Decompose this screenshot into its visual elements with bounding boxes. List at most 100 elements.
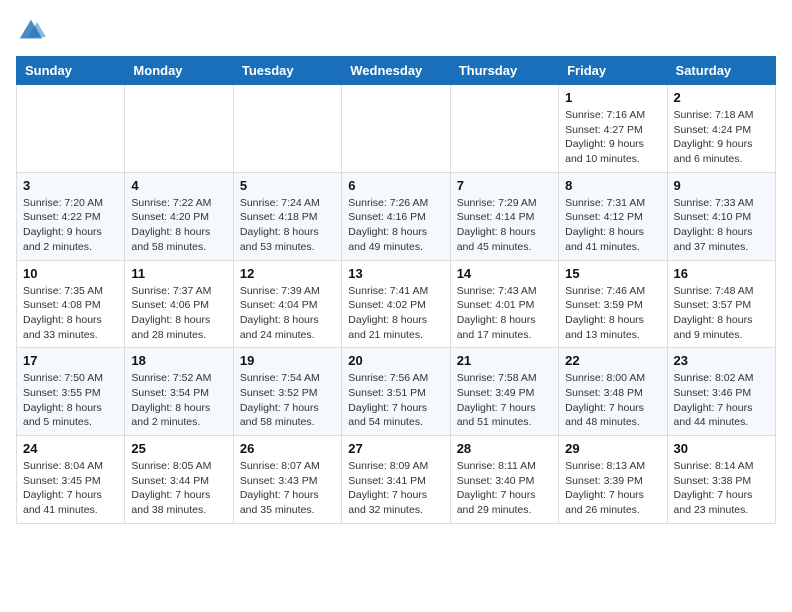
day-info: Sunrise: 7:37 AM Sunset: 4:06 PM Dayligh…	[131, 284, 226, 343]
calendar-cell: 9Sunrise: 7:33 AM Sunset: 4:10 PM Daylig…	[667, 172, 775, 260]
day-info: Sunrise: 8:14 AM Sunset: 3:38 PM Dayligh…	[674, 459, 769, 518]
day-number: 18	[131, 353, 226, 368]
day-number: 23	[674, 353, 769, 368]
day-number: 29	[565, 441, 660, 456]
calendar-cell: 3Sunrise: 7:20 AM Sunset: 4:22 PM Daylig…	[17, 172, 125, 260]
calendar-cell: 21 Sunrise: 7:58 AM Sunset: 3:49 PM Dayli…	[450, 348, 558, 436]
day-number: 26	[240, 441, 335, 456]
day-info: Sunrise: 7:26 AM Sunset: 4:16 PM Dayligh…	[348, 196, 443, 255]
logo-icon	[16, 16, 46, 46]
calendar-cell: 8 Sunrise: 7:31 AM Sunset: 4:12 PM Daylig…	[559, 172, 667, 260]
calendar-cell: 14Sunrise: 7:43 AM Sunset: 4:01 PM Dayli…	[450, 260, 558, 348]
day-info: Sunrise: 7:29 AM Sunset: 4:14 PM Dayligh…	[457, 196, 552, 255]
calendar-cell: 18 Sunrise: 7:52 AM Sunset: 3:54 PM Dayli…	[125, 348, 233, 436]
calendar-cell: 12Sunrise: 7:39 AM Sunset: 4:04 PM Dayli…	[233, 260, 341, 348]
calendar-cell: 2 Sunrise: 7:18 AM Sunset: 4:24 PM Daylig…	[667, 85, 775, 173]
weekday-header-wednesday: Wednesday	[342, 57, 450, 85]
weekday-header-thursday: Thursday	[450, 57, 558, 85]
weekday-header-tuesday: Tuesday	[233, 57, 341, 85]
day-info: Sunrise: 7:16 AM Sunset: 4:27 PM Dayligh…	[565, 108, 660, 167]
day-number: 11	[131, 266, 226, 281]
calendar-cell: 19 Sunrise: 7:54 AM Sunset: 3:52 PM Dayli…	[233, 348, 341, 436]
day-info: Sunrise: 7:18 AM Sunset: 4:24 PM Dayligh…	[674, 108, 769, 167]
day-info: Sunrise: 8:05 AM Sunset: 3:44 PM Dayligh…	[131, 459, 226, 518]
calendar-cell: 13 Sunrise: 7:41 AM Sunset: 4:02 PM Dayli…	[342, 260, 450, 348]
calendar-cell: 25 Sunrise: 8:05 AM Sunset: 3:44 PM Dayli…	[125, 436, 233, 524]
weekday-header-friday: Friday	[559, 57, 667, 85]
calendar-cell	[233, 85, 341, 173]
day-info: Sunrise: 8:02 AM Sunset: 3:46 PM Dayligh…	[674, 371, 769, 430]
day-number: 30	[674, 441, 769, 456]
day-number: 2	[674, 90, 769, 105]
day-info: Sunrise: 7:22 AM Sunset: 4:20 PM Dayligh…	[131, 196, 226, 255]
calendar-week-2: 3Sunrise: 7:20 AM Sunset: 4:22 PM Daylig…	[17, 172, 776, 260]
calendar-cell	[450, 85, 558, 173]
day-number: 15	[565, 266, 660, 281]
day-number: 25	[131, 441, 226, 456]
weekday-header-sunday: Sunday	[17, 57, 125, 85]
day-number: 19	[240, 353, 335, 368]
day-number: 24	[23, 441, 118, 456]
calendar-cell: 4 Sunrise: 7:22 AM Sunset: 4:20 PM Daylig…	[125, 172, 233, 260]
calendar-cell: 7 Sunrise: 7:29 AM Sunset: 4:14 PM Daylig…	[450, 172, 558, 260]
calendar-cell: 22 Sunrise: 8:00 AM Sunset: 3:48 PM Dayli…	[559, 348, 667, 436]
day-number: 20	[348, 353, 443, 368]
calendar-cell: 15 Sunrise: 7:46 AM Sunset: 3:59 PM Dayli…	[559, 260, 667, 348]
day-number: 22	[565, 353, 660, 368]
calendar-cell: 17 Sunrise: 7:50 AM Sunset: 3:55 PM Dayli…	[17, 348, 125, 436]
day-info: Sunrise: 8:00 AM Sunset: 3:48 PM Dayligh…	[565, 371, 660, 430]
day-info: Sunrise: 7:35 AM Sunset: 4:08 PM Dayligh…	[23, 284, 118, 343]
day-number: 6	[348, 178, 443, 193]
day-number: 17	[23, 353, 118, 368]
day-number: 21	[457, 353, 552, 368]
day-number: 12	[240, 266, 335, 281]
calendar-table: SundayMondayTuesdayWednesdayThursdayFrid…	[16, 56, 776, 524]
calendar-cell	[342, 85, 450, 173]
day-info: Sunrise: 7:46 AM Sunset: 3:59 PM Dayligh…	[565, 284, 660, 343]
day-number: 1	[565, 90, 660, 105]
calendar-week-3: 10 Sunrise: 7:35 AM Sunset: 4:08 PM Dayli…	[17, 260, 776, 348]
calendar-cell	[125, 85, 233, 173]
day-info: Sunrise: 8:13 AM Sunset: 3:39 PM Dayligh…	[565, 459, 660, 518]
day-number: 28	[457, 441, 552, 456]
day-info: Sunrise: 7:31 AM Sunset: 4:12 PM Dayligh…	[565, 196, 660, 255]
day-info: Sunrise: 7:56 AM Sunset: 3:51 PM Dayligh…	[348, 371, 443, 430]
calendar-cell: 1 Sunrise: 7:16 AM Sunset: 4:27 PM Daylig…	[559, 85, 667, 173]
day-number: 27	[348, 441, 443, 456]
calendar-cell: 30 Sunrise: 8:14 AM Sunset: 3:38 PM Dayli…	[667, 436, 775, 524]
day-number: 10	[23, 266, 118, 281]
calendar-cell: 23 Sunrise: 8:02 AM Sunset: 3:46 PM Dayli…	[667, 348, 775, 436]
day-number: 9	[674, 178, 769, 193]
calendar-cell: 11 Sunrise: 7:37 AM Sunset: 4:06 PM Dayli…	[125, 260, 233, 348]
day-info: Sunrise: 7:41 AM Sunset: 4:02 PM Dayligh…	[348, 284, 443, 343]
day-info: Sunrise: 8:07 AM Sunset: 3:43 PM Dayligh…	[240, 459, 335, 518]
day-info: Sunrise: 7:24 AM Sunset: 4:18 PM Dayligh…	[240, 196, 335, 255]
day-number: 14	[457, 266, 552, 281]
day-number: 13	[348, 266, 443, 281]
calendar-cell: 29 Sunrise: 8:13 AM Sunset: 3:39 PM Dayli…	[559, 436, 667, 524]
day-info: Sunrise: 8:11 AM Sunset: 3:40 PM Dayligh…	[457, 459, 552, 518]
logo	[16, 16, 50, 46]
day-info: Sunrise: 7:58 AM Sunset: 3:49 PM Dayligh…	[457, 371, 552, 430]
day-info: Sunrise: 8:04 AM Sunset: 3:45 PM Dayligh…	[23, 459, 118, 518]
day-number: 7	[457, 178, 552, 193]
day-info: Sunrise: 7:52 AM Sunset: 3:54 PM Dayligh…	[131, 371, 226, 430]
calendar-cell: 5 Sunrise: 7:24 AM Sunset: 4:18 PM Daylig…	[233, 172, 341, 260]
day-number: 4	[131, 178, 226, 193]
day-info: Sunrise: 7:50 AM Sunset: 3:55 PM Dayligh…	[23, 371, 118, 430]
day-info: Sunrise: 7:48 AM Sunset: 3:57 PM Dayligh…	[674, 284, 769, 343]
day-info: Sunrise: 7:54 AM Sunset: 3:52 PM Dayligh…	[240, 371, 335, 430]
calendar-cell: 27Sunrise: 8:09 AM Sunset: 3:41 PM Dayli…	[342, 436, 450, 524]
day-number: 5	[240, 178, 335, 193]
calendar-week-4: 17 Sunrise: 7:50 AM Sunset: 3:55 PM Dayli…	[17, 348, 776, 436]
day-number: 8	[565, 178, 660, 193]
calendar-week-5: 24 Sunrise: 8:04 AM Sunset: 3:45 PM Dayli…	[17, 436, 776, 524]
weekday-header-monday: Monday	[125, 57, 233, 85]
calendar-cell: 20 Sunrise: 7:56 AM Sunset: 3:51 PM Dayli…	[342, 348, 450, 436]
calendar-cell: 24 Sunrise: 8:04 AM Sunset: 3:45 PM Dayli…	[17, 436, 125, 524]
calendar-cell	[17, 85, 125, 173]
calendar-cell: 6 Sunrise: 7:26 AM Sunset: 4:16 PM Daylig…	[342, 172, 450, 260]
day-info: Sunrise: 7:20 AM Sunset: 4:22 PM Dayligh…	[23, 196, 118, 255]
weekday-header-row: SundayMondayTuesdayWednesdayThursdayFrid…	[17, 57, 776, 85]
calendar-cell: 16Sunrise: 7:48 AM Sunset: 3:57 PM Dayli…	[667, 260, 775, 348]
